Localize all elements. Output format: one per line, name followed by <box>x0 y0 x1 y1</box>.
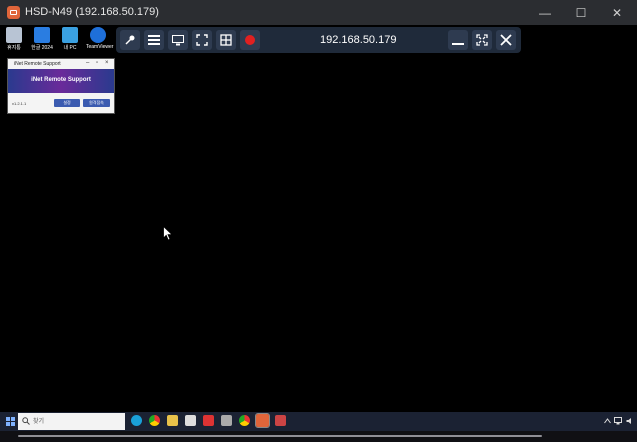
recycle-bin-icon <box>6 27 22 43</box>
app-icon <box>7 6 20 19</box>
mini-maximize-icon[interactable]: ▫ <box>96 60 98 66</box>
tray-chevron-icon[interactable] <box>604 418 611 424</box>
search-placeholder: 찾기 <box>33 419 45 425</box>
remote-desktop[interactable]: 휴지통 한글 2024 내 PC TeamViewer 192.168.50.1… <box>0 25 637 442</box>
desktop-icon-recycle-bin[interactable]: 휴지통 <box>2 27 26 51</box>
desktop-icon-label: 휴지통 <box>7 45 21 51</box>
fullscreen-icon[interactable] <box>192 30 212 50</box>
minimize-icon[interactable] <box>448 30 468 50</box>
maximize-button[interactable]: ☐ <box>563 0 599 25</box>
chrome-icon-2[interactable] <box>239 415 250 426</box>
app-v-icon[interactable] <box>275 415 286 426</box>
desktop-icon-my-pc[interactable]: 내 PC <box>58 27 82 51</box>
minimize-button[interactable]: — <box>527 0 563 25</box>
taskbar-search[interactable]: 찾기 <box>18 413 125 430</box>
explorer-icon[interactable] <box>167 415 178 426</box>
pin-icon[interactable] <box>120 30 140 50</box>
menu-icon[interactable] <box>144 30 164 50</box>
store-icon[interactable] <box>185 415 196 426</box>
remote-connect-button[interactable]: 원격접속 <box>83 99 110 107</box>
teamviewer-icon <box>90 27 106 43</box>
desktop-icon-label: TeamViewer <box>86 44 114 50</box>
remote-support-window[interactable]: iNet Remote Support – ▫ × iNet Remote Su… <box>7 58 115 114</box>
network-icon[interactable] <box>614 417 622 425</box>
mouse-cursor-icon <box>163 225 173 246</box>
record-icon[interactable] <box>240 30 260 50</box>
start-icon[interactable] <box>6 417 15 426</box>
horizontal-scrollbar[interactable] <box>0 431 637 442</box>
desktop-icon-teamviewer[interactable]: TeamViewer <box>86 27 114 50</box>
settings-button[interactable]: 설정 <box>54 99 80 107</box>
desktop-icon-hangul[interactable]: 한글 2024 <box>30 27 54 51</box>
remote-support-banner: iNet Remote Support <box>8 69 114 93</box>
expand-icon[interactable] <box>472 30 492 50</box>
version-label: v1.2.1.1 <box>12 101 27 106</box>
desktop-icon-label: 내 PC <box>63 45 77 51</box>
mini-minimize-icon[interactable]: – <box>86 60 89 66</box>
remote-toolbar: 192.168.50.179 <box>116 27 521 53</box>
grid-icon[interactable] <box>216 30 236 50</box>
window-titlebar: HSD-N49 (192.168.50.179) — ☐ ✕ <box>0 0 637 25</box>
remote-ip-label: 192.168.50.179 <box>320 34 397 46</box>
chrome-icon[interactable] <box>149 415 160 426</box>
desktop-icon-label: 한글 2024 <box>31 45 53 51</box>
close-icon[interactable] <box>496 30 516 50</box>
remote-support-title: iNet Remote Support <box>14 61 61 67</box>
scrollbar-thumb[interactable] <box>18 435 542 437</box>
taskbar: 찾기 <box>0 412 637 431</box>
app-red-icon[interactable] <box>203 415 214 426</box>
mini-close-icon[interactable]: × <box>105 60 109 66</box>
window-title: HSD-N49 (192.168.50.179) <box>25 6 159 18</box>
volume-icon[interactable] <box>626 417 634 425</box>
edge-icon[interactable] <box>131 415 142 426</box>
monitor-icon[interactable] <box>168 30 188 50</box>
hangul-icon <box>34 27 50 43</box>
search-icon <box>22 417 30 425</box>
close-button[interactable]: ✕ <box>599 0 635 25</box>
remote-support-brand: iNet Remote Support <box>31 77 91 83</box>
app-gray-icon[interactable] <box>221 415 232 426</box>
monitor-icon <box>62 27 78 43</box>
remote-app-icon[interactable] <box>255 413 270 428</box>
